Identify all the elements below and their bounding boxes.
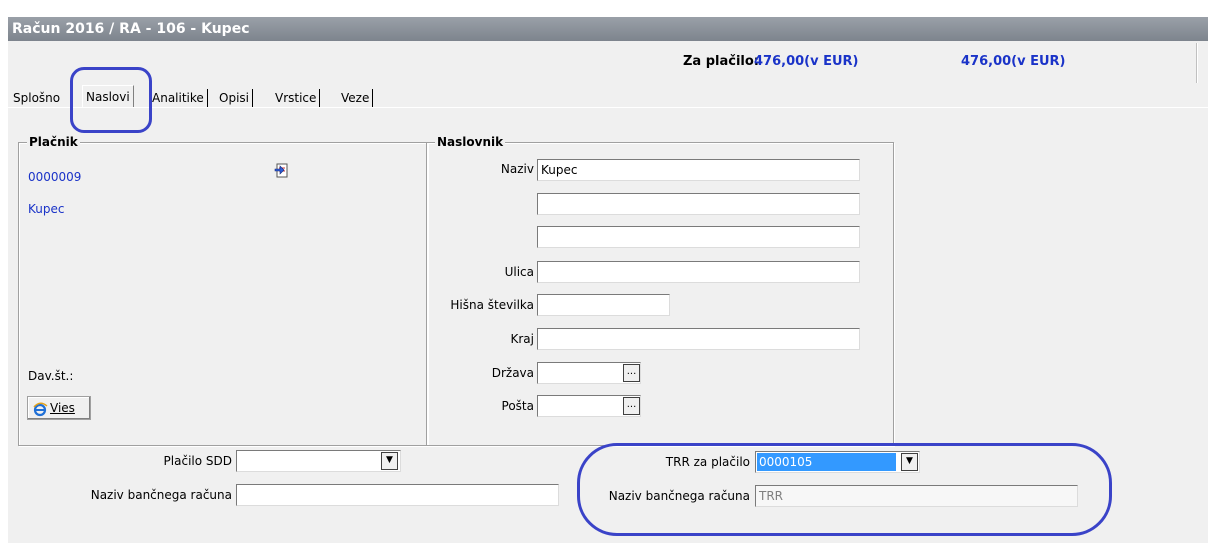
trr-selected-value: 0000105 bbox=[757, 453, 896, 471]
bank-name-field-right: TRR bbox=[755, 485, 1078, 507]
drzava-label: Država bbox=[491, 366, 534, 380]
divider bbox=[1196, 43, 1198, 83]
naziv-line3-field[interactable] bbox=[537, 226, 860, 248]
placilo-sdd-label: Plačilo SDD bbox=[163, 454, 232, 468]
naziv-field[interactable]: Kupec bbox=[537, 159, 860, 181]
naziv-line2-field[interactable] bbox=[537, 193, 860, 215]
ulica-label: Ulica bbox=[504, 265, 534, 279]
window-title: Račun 2016 / RA - 106 - Kupec bbox=[8, 17, 1208, 41]
vat-label: Dav.št.: bbox=[28, 369, 74, 383]
summary-bar: Za plačilo: 476,00(v EUR) 476,00(v EUR) bbox=[8, 41, 1208, 85]
posta-browse-button[interactable]: ... bbox=[623, 397, 640, 415]
trr-label: TRR za plačilo bbox=[665, 455, 750, 469]
trr-dropdown-icon[interactable]: ▼ bbox=[901, 453, 918, 471]
payer-name: Kupec bbox=[28, 202, 65, 216]
pay-value-eur: 476,00(v EUR) bbox=[754, 54, 859, 69]
ie-globe-icon bbox=[32, 401, 48, 417]
trr-select[interactable]: 0000105 bbox=[755, 451, 920, 473]
tab-opisi[interactable]: Opisi bbox=[216, 89, 253, 107]
tab-vrstice[interactable]: Vrstice bbox=[272, 89, 321, 107]
posta-label: Pošta bbox=[501, 399, 534, 413]
drzava-browse-button[interactable]: ... bbox=[623, 364, 640, 382]
bank-name-field-left[interactable] bbox=[236, 484, 559, 506]
vies-button[interactable]: Vies bbox=[27, 396, 91, 420]
hisna-stevilka-label: Hišna številka bbox=[450, 298, 534, 312]
tab-page-naslovi: Plačnik 0000009 Kupec Dav.št.: Vies Nasl… bbox=[8, 107, 1208, 543]
kraj-label: Kraj bbox=[510, 332, 535, 346]
ulica-field[interactable] bbox=[537, 261, 860, 283]
vies-label: Vies bbox=[50, 401, 75, 415]
bank-name-label-left: Naziv bančnega računa bbox=[90, 488, 232, 502]
tab-splosno[interactable]: Splošno bbox=[10, 89, 63, 107]
placilo-sdd-select[interactable] bbox=[236, 450, 401, 472]
pay-value-eur-2: 476,00(v EUR) bbox=[961, 54, 1066, 69]
tab-naslovi[interactable]: Naslovi bbox=[82, 85, 134, 108]
tab-analitike[interactable]: Analitike bbox=[149, 89, 208, 107]
hisna-stevilka-field[interactable] bbox=[537, 294, 670, 316]
tab-veze[interactable]: Veze bbox=[338, 89, 374, 107]
payer-group-title: Plačnik bbox=[27, 135, 80, 149]
payer-code: 0000009 bbox=[28, 170, 82, 184]
addressee-group-title: Naslovnik bbox=[435, 135, 506, 149]
pay-label: Za plačilo: bbox=[683, 54, 760, 69]
kraj-field[interactable] bbox=[537, 328, 860, 350]
edit-document-icon[interactable] bbox=[274, 162, 292, 180]
placilo-sdd-dropdown-icon[interactable]: ▼ bbox=[381, 452, 398, 470]
bank-name-label-right: Naziv bančnega računa bbox=[608, 489, 750, 503]
invoice-window: Za plačilo: 476,00(v EUR) 476,00(v EUR) … bbox=[8, 41, 1208, 543]
naziv-label: Naziv bbox=[500, 162, 534, 176]
